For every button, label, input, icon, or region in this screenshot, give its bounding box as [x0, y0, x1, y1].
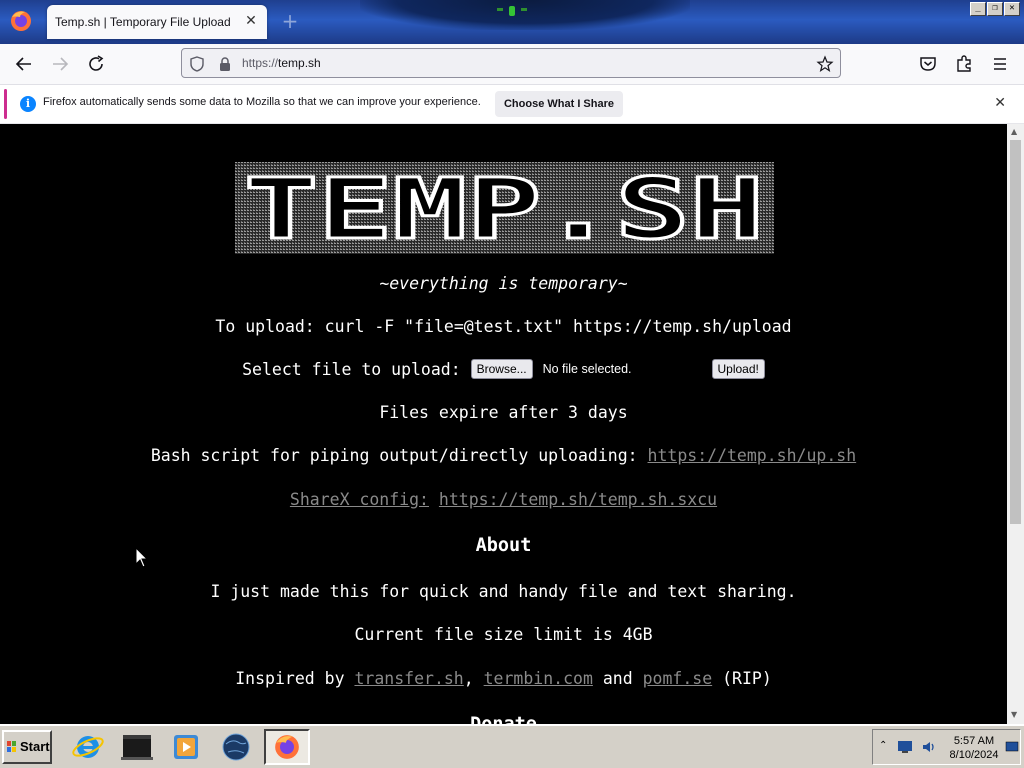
new-tab-icon[interactable]: + — [281, 11, 299, 31]
svg-text:TEMP.SH: TEMP.SH — [244, 162, 764, 254]
lock-icon[interactable] — [216, 55, 234, 73]
reload-icon[interactable] — [84, 52, 108, 76]
scrollbar-thumb[interactable] — [1010, 140, 1021, 524]
volume-icon[interactable] — [921, 739, 937, 755]
upload-button[interactable]: Upload! — [711, 358, 765, 379]
firefox-taskbar-button[interactable] — [264, 729, 310, 765]
system-tray: ⌃ 5:57 AM 8/10/2024 — [872, 729, 1021, 765]
inspired-separator: , — [463, 669, 474, 688]
notification-message: Firefox automatically sends some data to… — [43, 96, 481, 108]
sharex-line: ShareX config: https://temp.sh/temp.sh.s… — [0, 490, 1007, 509]
select-file-label: Select file to upload: — [242, 360, 461, 379]
inspired-and: and — [602, 669, 633, 688]
shield-icon[interactable] — [188, 55, 206, 73]
clock[interactable]: 5:57 AM 8/10/2024 — [945, 734, 1003, 762]
url-bar[interactable]: https://temp.sh — [181, 48, 841, 78]
ie-icon[interactable] — [68, 729, 108, 765]
about-text: I just made this for quick and handy fil… — [210, 582, 797, 601]
bash-script-link[interactable]: https://temp.sh/up.sh — [648, 446, 857, 465]
tab-title: Temp.sh | Temporary File Upload — [55, 15, 231, 29]
show-desktop-icon[interactable] — [1005, 740, 1019, 754]
extensions-icon[interactable] — [952, 52, 976, 76]
scroll-down-icon[interactable]: ▼ — [1011, 710, 1017, 719]
clock-date: 8/10/2024 — [949, 749, 999, 761]
url-text: https://temp.sh — [242, 56, 321, 70]
windows-flag-icon — [7, 741, 16, 752]
sharex-config-link[interactable]: ShareX config: — [290, 490, 429, 509]
firefox-icon[interactable] — [8, 8, 34, 34]
minimize-button[interactable]: _ — [970, 2, 986, 16]
no-file-selected-text: No file selected. — [542, 361, 632, 376]
pocket-icon[interactable] — [916, 52, 940, 76]
title-bar: Temp.sh | Temporary File Upload ✕ + _ ❐ … — [0, 0, 1024, 44]
close-window-button[interactable]: ✕ — [1004, 2, 1020, 16]
pomf-link[interactable]: pomf.se — [643, 669, 713, 688]
notification-accent — [4, 89, 7, 119]
close-tab-icon[interactable]: ✕ — [243, 13, 259, 29]
network-icon[interactable] — [897, 740, 913, 754]
choose-what-i-share-button[interactable]: Choose What I Share — [495, 91, 623, 117]
page-scrollbar[interactable]: ▲ ▼ — [1007, 124, 1024, 724]
tab-temp-sh[interactable]: Temp.sh | Temporary File Upload ✕ — [47, 5, 267, 39]
about-heading: About — [475, 535, 532, 556]
sharex-file-link[interactable]: https://temp.sh/temp.sh.sxcu — [439, 490, 717, 509]
bash-script-label: Bash script for piping output/directly u… — [150, 446, 638, 465]
media-player-icon[interactable] — [166, 729, 206, 765]
mouse-cursor-icon — [135, 547, 149, 568]
tagline: ~everything is temporary~ — [379, 274, 628, 293]
browse-button[interactable]: Browse... — [470, 358, 533, 379]
donate-heading: Donate — [0, 714, 1007, 724]
terminal-icon[interactable] — [117, 729, 157, 765]
upload-command: To upload: curl -F "file=@test.txt" http… — [215, 317, 792, 336]
telemetry-notification-bar: i Firefox automatically sends some data … — [0, 85, 1024, 124]
forward-icon[interactable] — [48, 52, 72, 76]
upload-form: Select file to upload: Browse... No file… — [0, 358, 1007, 381]
globe-icon[interactable] — [216, 729, 256, 765]
scroll-up-icon[interactable]: ▲ — [1011, 127, 1017, 136]
inspired-by-label: Inspired by — [235, 669, 345, 688]
restore-button[interactable]: ❐ — [987, 2, 1003, 16]
inspired-rip: (RIP) — [722, 669, 772, 688]
show-hidden-icons-icon[interactable]: ⌃ — [879, 740, 887, 751]
clock-time: 5:57 AM — [953, 735, 995, 747]
taskbar: Start ⌃ 5:57 AM 8/10/2024 — [0, 724, 1024, 768]
inspired-by-line: Inspired by transfer.sh, termbin.com and… — [0, 669, 1007, 688]
expiry-notice: Files expire after 3 days — [379, 403, 628, 422]
firefox-taskbar-icon — [275, 735, 299, 759]
start-button[interactable]: Start — [2, 730, 52, 764]
star-icon[interactable] — [816, 55, 834, 73]
menu-icon[interactable] — [988, 52, 1012, 76]
size-limit: Current file size limit is 4GB — [354, 625, 653, 644]
decorative-lights — [497, 6, 527, 16]
page-content: TEMP.SH ~everything is temporary~ To upl… — [0, 124, 1007, 724]
navigation-toolbar: https://temp.sh — [0, 44, 1024, 85]
start-label: Start — [20, 739, 50, 754]
back-icon[interactable] — [12, 52, 36, 76]
transfer-sh-link[interactable]: transfer.sh — [354, 669, 463, 688]
window-controls: _ ❐ ✕ — [970, 2, 1020, 16]
temp-sh-logo: TEMP.SH — [235, 162, 774, 254]
bash-script-line: Bash script for piping output/directly u… — [0, 446, 1007, 465]
info-icon: i — [20, 96, 36, 112]
close-icon[interactable]: ✕ — [994, 95, 1006, 111]
termbin-link[interactable]: termbin.com — [484, 669, 593, 688]
